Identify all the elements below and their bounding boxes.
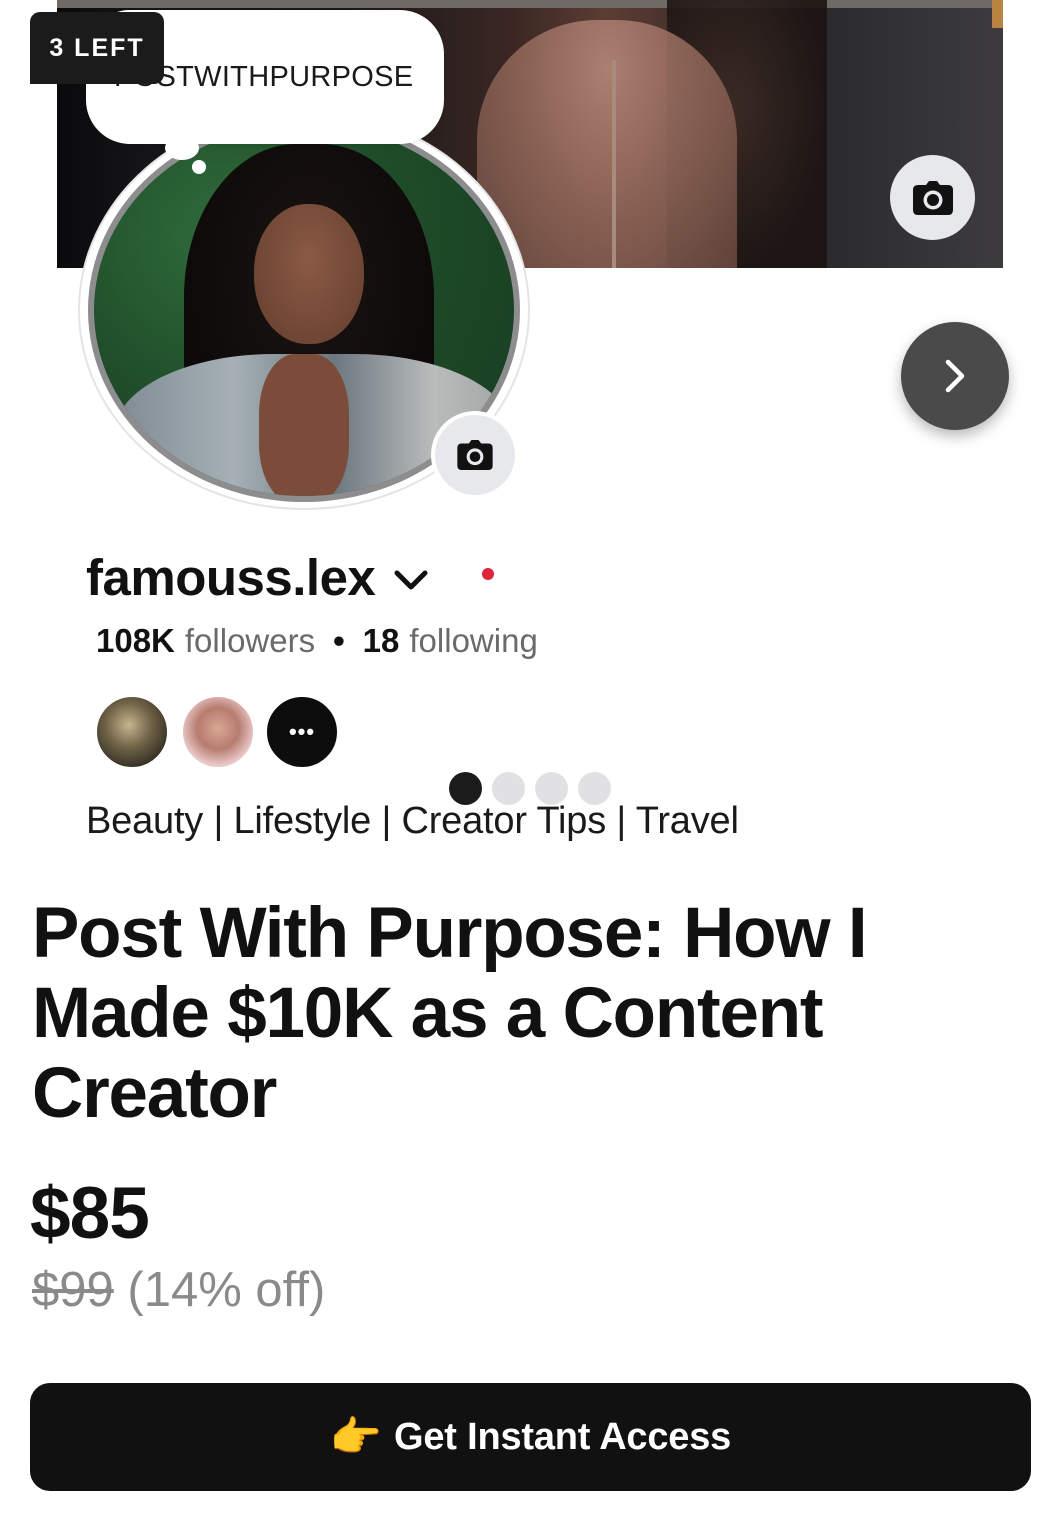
profile-bio: Beauty | Lifestyle | Creator Tips | Trav… <box>86 800 739 842</box>
avatar-chest <box>259 354 349 496</box>
product-title: Post With Purpose: How I Made $10K as a … <box>32 894 868 1133</box>
next-button[interactable] <box>901 322 1009 430</box>
bubble-tail-large <box>165 136 199 160</box>
follow-stats: 108K followers • 18 following <box>96 622 538 660</box>
bubble-tail-small <box>192 160 206 174</box>
camera-icon <box>912 180 953 215</box>
stock-left-text: 3 LEFT <box>49 33 145 62</box>
username-row[interactable]: famouss.lex <box>86 548 429 607</box>
follower-avatar[interactable] <box>94 694 170 770</box>
stock-left-badge: 3 LEFT <box>30 12 164 84</box>
discount-label: (14% off) <box>127 1263 326 1317</box>
avatar-face <box>254 204 364 344</box>
following-count: 18 <box>362 622 400 659</box>
cover-photo-zipper <box>612 60 616 268</box>
original-price-row: $99 (14% off) <box>32 1262 325 1318</box>
following-label[interactable]: following <box>409 622 537 660</box>
get-instant-access-button[interactable]: 👉 Get Instant Access <box>30 1383 1031 1491</box>
more-followers-avatar[interactable]: ••• <box>264 694 340 770</box>
more-followers-label: ••• <box>288 719 316 744</box>
notification-dot <box>482 568 494 580</box>
pointing-hand-icon: 👉 <box>329 1412 382 1460</box>
cover-photo-accent <box>992 0 1003 28</box>
chevron-down-icon[interactable] <box>393 569 429 591</box>
follower-avatar[interactable] <box>180 694 256 770</box>
followers-count: 108K <box>96 622 175 659</box>
username: famouss.lex <box>86 549 376 606</box>
original-price: $99 <box>32 1263 114 1317</box>
stats-separator: • <box>333 622 345 659</box>
cta-label: Get Instant Access <box>393 1415 732 1458</box>
camera-icon <box>457 440 493 470</box>
chevron-right-icon <box>945 359 965 393</box>
product-price: $85 <box>30 1173 150 1254</box>
cover-camera-button[interactable] <box>890 155 975 240</box>
avatar-camera-button[interactable] <box>435 415 515 495</box>
cover-photo-sweater <box>477 20 737 268</box>
followers-label[interactable]: followers <box>185 622 315 660</box>
cover-photo-strip <box>57 0 1003 8</box>
